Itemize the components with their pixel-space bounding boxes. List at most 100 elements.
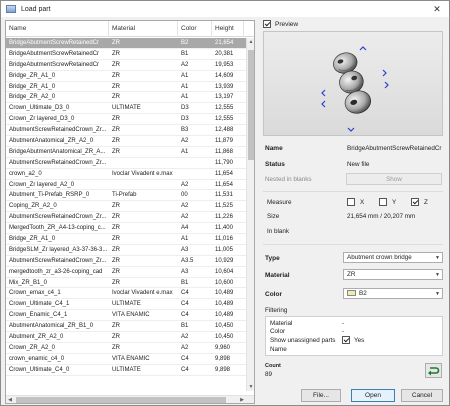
show-unassigned-checkbox[interactable]	[342, 336, 350, 344]
measure-z-checkbox[interactable]	[411, 198, 419, 206]
table-row[interactable]: BridgeAbutmentAnatomical_ZR_A... ZR A1 11,8…	[6, 147, 246, 158]
table-row[interactable]: Crown_ZR_A2_0 ZR A2 9,960	[6, 343, 246, 354]
filter-material-value[interactable]: -	[342, 320, 344, 327]
table-row[interactable]: crown_enamic_c4_0 VITA ENAMIC C4 9,898	[6, 354, 246, 365]
cell-color	[178, 169, 212, 179]
cell-height: 10,450	[215, 323, 234, 330]
filter-color-value[interactable]: -	[342, 328, 344, 335]
measure-z-label: Z	[424, 199, 428, 206]
table-row[interactable]: Crown_Zr layered_A2_0 A2 11,654	[6, 180, 246, 191]
table-row[interactable]: Bridge_ZR_A1_0 ZR A1 13,939	[6, 82, 246, 93]
measure-y-checkbox[interactable]	[379, 198, 387, 206]
cell-material: ZR	[112, 214, 120, 221]
part-preview[interactable]	[263, 31, 443, 136]
vertical-scrollbar[interactable]: ▲ ▼	[246, 38, 254, 391]
cell-height: 11,226	[215, 214, 233, 221]
cell-height: 11,525	[215, 203, 233, 210]
table-row[interactable]: Abutment_Ti-Prefab_RSRP_0 Ti-Prefab 00 11,5…	[6, 190, 246, 202]
table-row[interactable]: AbutmentAnatomical_ZR_A2_0 ZR A2 11,879	[6, 136, 246, 147]
cell-name: AbutmentScrewRetainedCrown_Zr...	[9, 214, 107, 221]
table-row[interactable]: BridgeAbutmentScrewRetainedCr ZR A2 19,953	[6, 60, 246, 71]
column-header-name[interactable]: Name	[6, 21, 109, 37]
cell-height: 11,654	[215, 181, 233, 188]
column-header-height[interactable]: Height	[212, 21, 244, 37]
table-row[interactable]: Mix_ZR_B1_0 ZR B1 10,600	[6, 278, 246, 289]
color-select[interactable]: B2 ▼	[343, 288, 443, 299]
type-select[interactable]: Abutment crown bridge ▼	[343, 252, 443, 263]
table-row[interactable]: Crown_Ultimate_D3_0 ULTIMATE D3 12,555	[6, 103, 246, 115]
table-row[interactable]: AbutmentAnatomical_ZR_B1_0 ZR B1 10,450	[6, 321, 246, 333]
cell-material: ZR	[112, 268, 120, 275]
preview-toggle[interactable]: Preview	[263, 20, 298, 28]
cell-material: ZR	[112, 225, 120, 232]
refresh-button[interactable]	[425, 363, 442, 378]
chevron-right-icon[interactable]: ▶	[238, 396, 246, 403]
table-row[interactable]: AbutmentScrewRetainedCrown_Zr... 11,790	[6, 158, 246, 169]
cell-name: Abutment_ZR_A2_0	[9, 334, 64, 341]
cell-color: A1	[181, 94, 189, 101]
table-row[interactable]: BridgeSLM_Zr layered_A3-37-36-3... ZR A3 11…	[6, 245, 246, 256]
cell-height: 11,790	[215, 159, 233, 166]
file-button[interactable]: File...	[301, 389, 341, 402]
table-row[interactable]: Abutment_ZR_A2_0 ZR A2 10,450	[6, 332, 246, 343]
measure-x-checkbox[interactable]	[347, 198, 355, 206]
cell-color: C4	[181, 312, 189, 319]
type-label: Type	[265, 255, 280, 262]
cell-material: ZR	[112, 148, 120, 155]
cell-name: AbutmentScrewRetainedCrown_Zr...	[9, 159, 107, 166]
table-row[interactable]: BridgeAbutmentScrewRetainedCr ZR B2 21,654	[6, 38, 246, 49]
show-button[interactable]: Show	[346, 173, 442, 185]
table-row[interactable]: mergedtooth_zr_a3-26-coping_cad ZR A3 10,60…	[6, 267, 246, 278]
cell-material: ZR	[112, 279, 120, 286]
in-blank-label: In blank	[267, 228, 290, 235]
cell-height: 9,898	[215, 355, 231, 362]
cell-color: C4	[181, 355, 189, 362]
cell-material: ZR	[112, 257, 120, 264]
table-row[interactable]: Coping_ZR_A2_0 ZR A2 11,525	[6, 201, 246, 213]
scrollbar-thumb[interactable]	[16, 397, 226, 403]
open-button[interactable]: Open	[351, 389, 395, 402]
preview-checkbox[interactable]	[263, 20, 271, 28]
cell-material: ULTIMATE	[112, 366, 141, 373]
table-row[interactable]: Crown_Ultimate_C4_1 ULTIMATE C4 10,489	[6, 299, 246, 311]
table-row[interactable]: crown_a2_0 Ivoclar Vivadent e.max 11,654	[6, 169, 246, 180]
chevron-up-icon[interactable]: ▲	[247, 38, 254, 46]
cancel-button[interactable]: Cancel	[401, 389, 443, 402]
table-row[interactable]: AbutmentScrewRetainedCrown_Zr... ZR B3 12,4…	[6, 125, 246, 137]
table-row[interactable]: AbutmentScrewRetainedCrown_Zr... ZR A2 11,2…	[6, 212, 246, 224]
table-row[interactable]: Bridge_ZR_A1_0 ZR A1 11,016	[6, 234, 246, 245]
table-row[interactable]: Crown_Zr layered_D3_0 ZR D3 12,555	[6, 114, 246, 126]
cell-color: A4	[181, 225, 189, 232]
material-select[interactable]: ZR ▼	[343, 269, 443, 280]
table-row[interactable]: MergedTooth_ZR_A4-13-coping_c... ZR A4 11,4…	[6, 223, 246, 235]
type-select-value: Abutment crown bridge	[347, 254, 412, 261]
table-row[interactable]: Bridge_ZR_A2_0 ZR A1 13,197	[6, 92, 246, 104]
table-row[interactable]: Bridge_ZR_A1_0 ZR A1 14,609	[6, 71, 246, 82]
table-row[interactable]: Crown_Enamic_C4_1 VITA ENAMIC C4 10,489	[6, 310, 246, 322]
cell-material: ZR	[112, 127, 120, 134]
chevron-left-icon[interactable]: ◀	[6, 396, 14, 403]
cell-height: 9,960	[215, 344, 231, 351]
chevron-down-icon[interactable]: ▼	[247, 383, 254, 391]
scrollbar-thumb[interactable]	[248, 50, 254, 160]
close-icon[interactable]: ✕	[425, 1, 449, 17]
cell-height: 9,898	[215, 366, 231, 373]
cell-color: A1	[181, 72, 189, 79]
cell-name: AbutmentAnatomical_ZR_A2_0	[9, 138, 94, 145]
color-swatch	[347, 290, 356, 297]
table-row[interactable]: AbutmentScrewRetainedCrown_Zr... ZR A3.5 10…	[6, 256, 246, 267]
cell-name: Bridge_ZR_A2_0	[9, 94, 56, 101]
material-label: Material	[265, 272, 290, 279]
horizontal-scrollbar[interactable]: ◀ ▶	[6, 395, 254, 403]
name-value: BridgeAbutmentScrewRetainedCr	[347, 145, 442, 152]
cell-height: 19,953	[215, 61, 234, 68]
column-header-material[interactable]: Material	[109, 21, 178, 37]
column-header-color[interactable]: Color	[178, 21, 212, 37]
divider	[263, 244, 443, 245]
cell-color: C4	[181, 366, 189, 373]
table-row[interactable]: BridgeAbutmentScrewRetainedCr ZR B1 20,381	[6, 49, 246, 60]
table-row[interactable]: Crown_emax_c4_1 Ivoclar Vivadent e.max C4 1…	[6, 288, 246, 300]
cell-color: 00	[181, 192, 188, 199]
table-row[interactable]: Crown_Ultimate_C4_0 ULTIMATE C4 9,898	[6, 365, 246, 376]
measure-x-label: X	[360, 199, 365, 206]
